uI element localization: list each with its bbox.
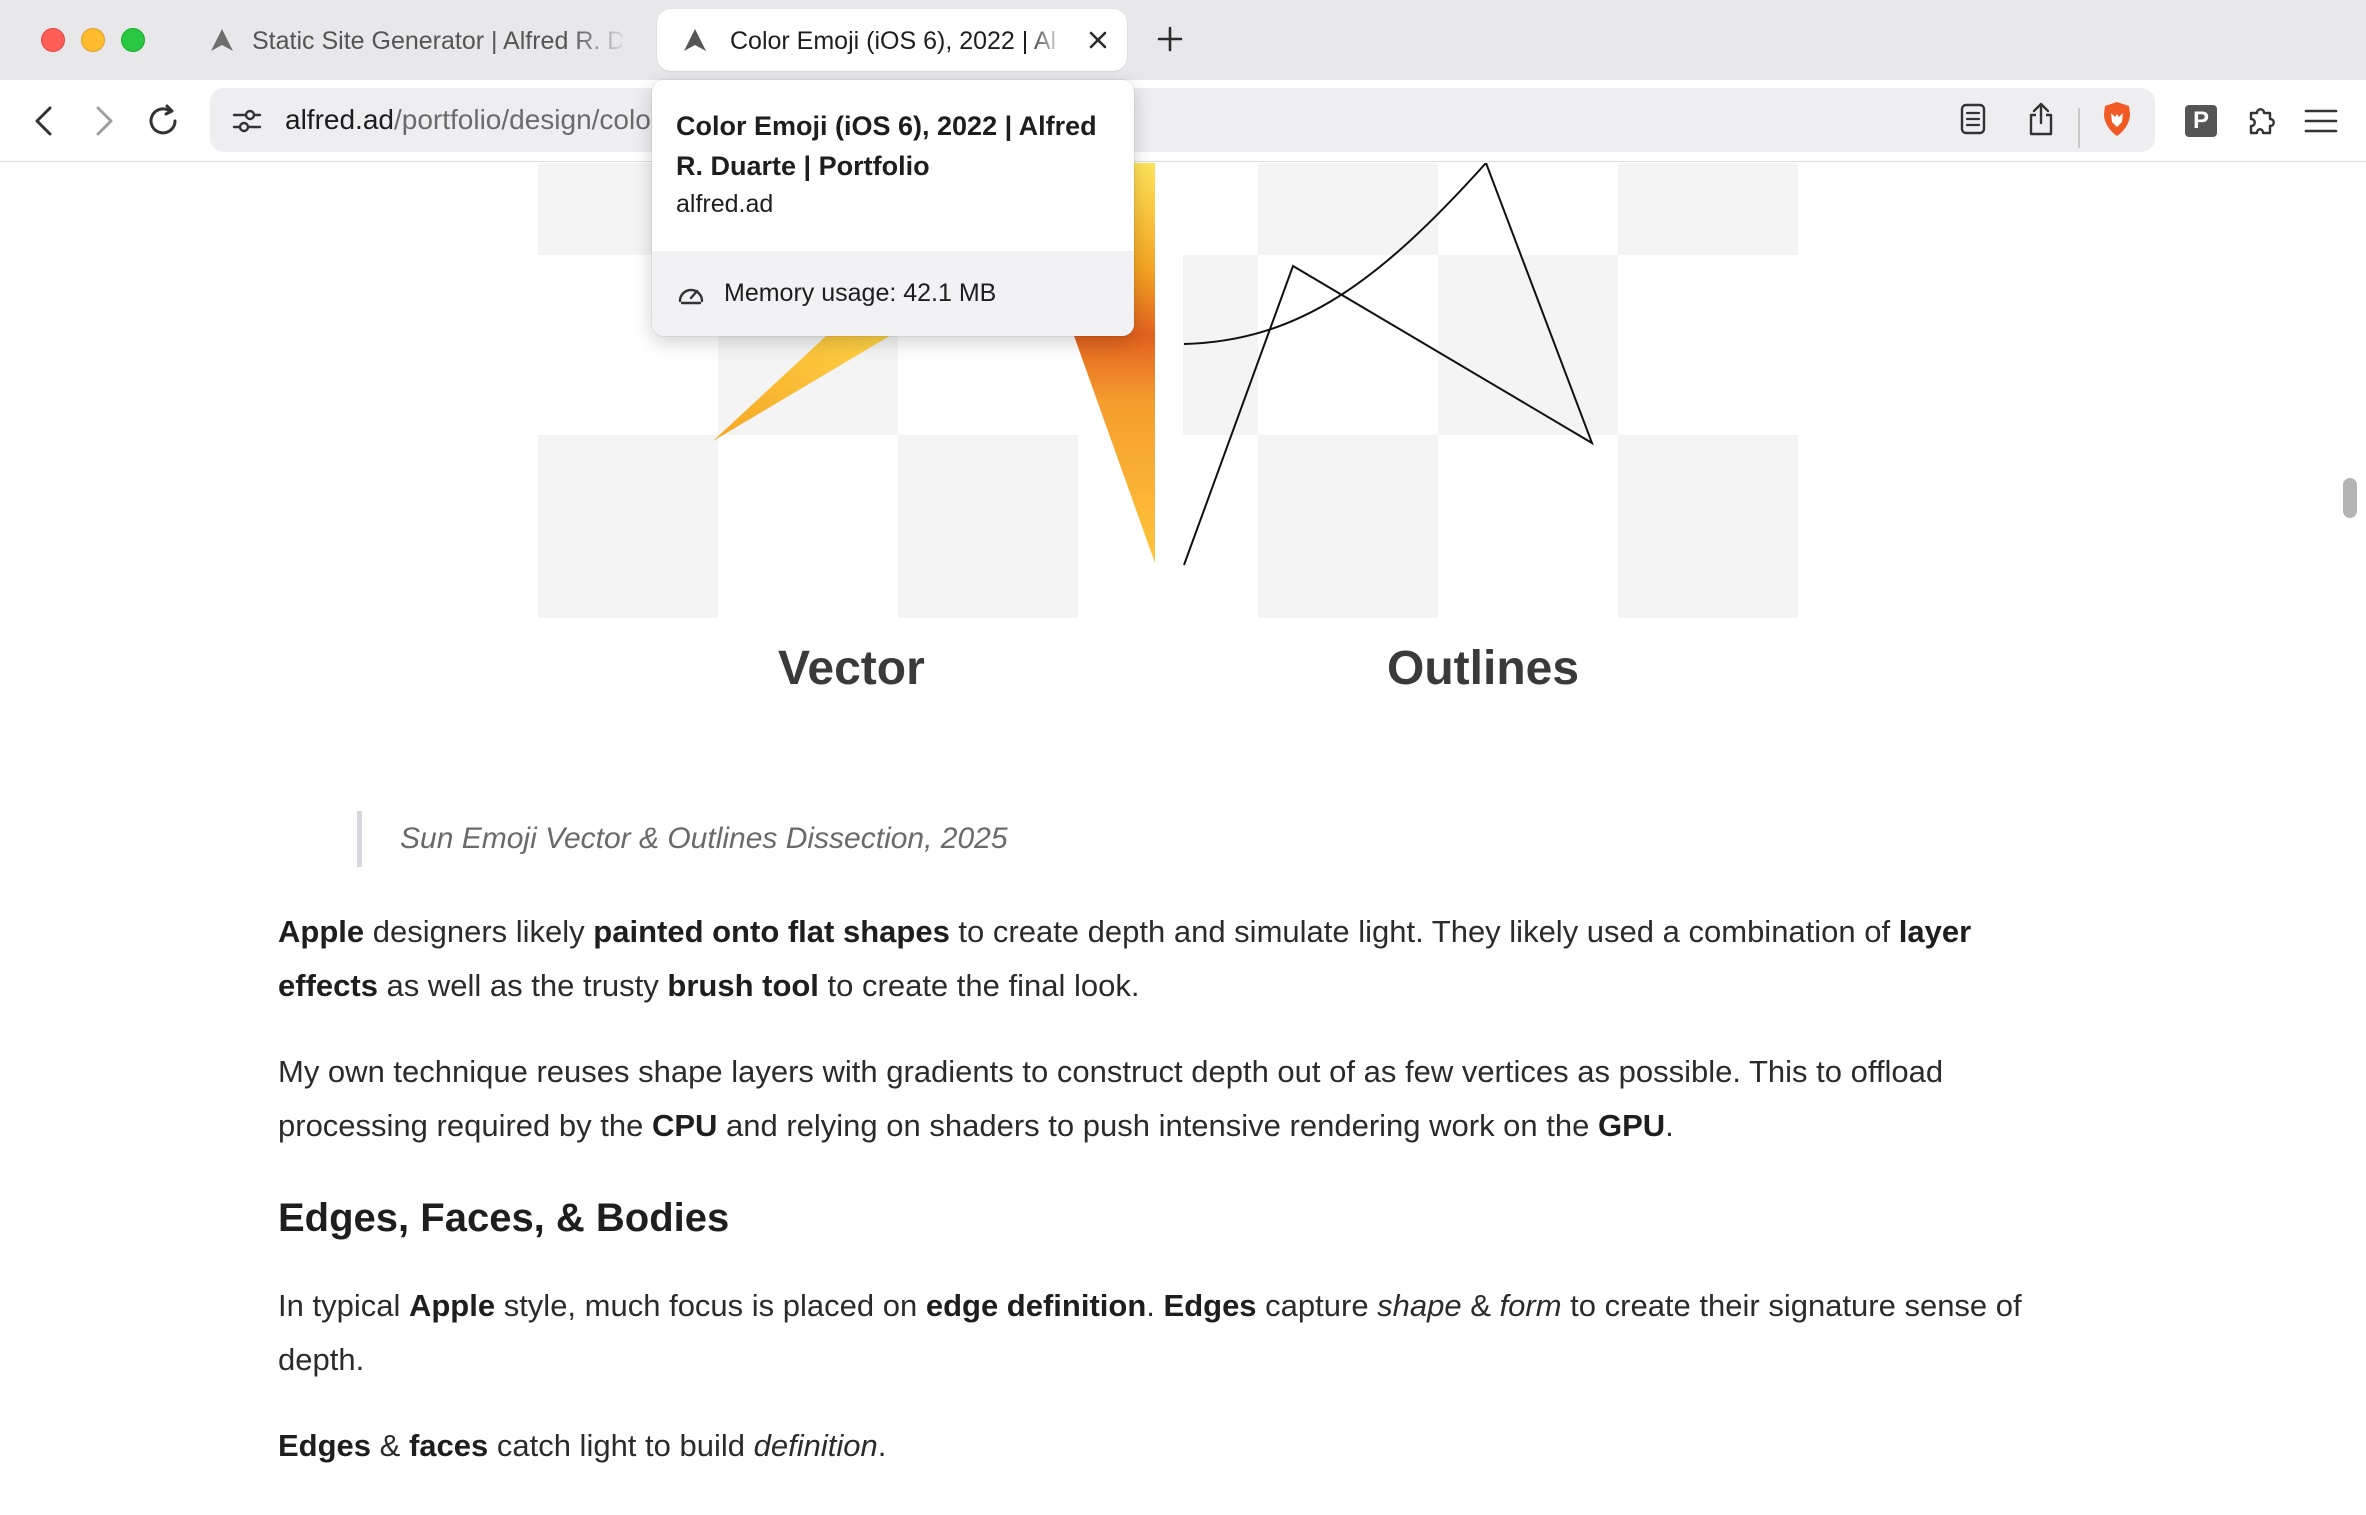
reader-mode-icon[interactable]	[1950, 96, 1996, 142]
speedometer-icon	[678, 288, 704, 305]
figure-label-outlines: Outlines	[1387, 642, 1580, 695]
extensions-icon[interactable]	[2238, 98, 2284, 144]
tab-hover-card: Color Emoji (iOS 6), 2022 | Alfred R. Du…	[652, 80, 1134, 336]
tab-color-emoji[interactable]: Color Emoji (iOS 6), 2022 | Alfred R. Du…	[657, 9, 1127, 71]
paragraph-3: In typical Apple style, much focus is pl…	[278, 1288, 2022, 1377]
tab-title: Static Site Generator | Alfred R. Duarte…	[252, 27, 622, 55]
new-tab-button[interactable]	[1150, 20, 1190, 60]
section-heading: Edges, Faces, & Bodies	[278, 1196, 730, 1240]
brave-shields-icon[interactable]	[2094, 96, 2140, 142]
tab-static-site-generator[interactable]: Static Site Generator | Alfred R. Duarte…	[190, 9, 650, 71]
address-bar[interactable]: alfred.ad/portfolio/design/color-emoji-i…	[210, 88, 2155, 152]
paragraph-2: My own technique reuses shape layers wit…	[278, 1054, 1944, 1143]
window-minimize-button[interactable]	[81, 28, 105, 52]
site-settings-icon[interactable]	[224, 98, 270, 144]
page-scrollbar-thumb[interactable]	[2343, 478, 2357, 518]
alfred-logo-icon	[684, 29, 706, 51]
reload-icon[interactable]	[140, 98, 186, 144]
paragraph-4: Edges & faces catch light to build defin…	[278, 1428, 887, 1463]
figure-label-vector: Vector	[778, 642, 925, 695]
share-icon[interactable]	[2018, 96, 2064, 142]
window-close-button[interactable]	[41, 28, 65, 52]
hover-card-memory: Memory usage: 42.1 MB	[652, 251, 1134, 336]
menu-icon[interactable]	[2298, 98, 2344, 144]
window-maximize-button[interactable]	[121, 28, 145, 52]
quote-text: Sun Emoji Vector & Outlines Dissection, …	[400, 822, 1008, 855]
sun-ray-left	[713, 325, 908, 441]
url-domain: alfred.ad	[285, 104, 394, 135]
paragraph-1: Apple designers likely painted onto flat…	[278, 914, 1972, 1003]
figure-caption-quote: Sun Emoji Vector & Outlines Dissection, …	[357, 811, 1008, 867]
extension-p-icon[interactable]: P	[2178, 98, 2224, 144]
memory-usage-text: Memory usage: 42.1 MB	[724, 279, 997, 307]
tab-close-icon[interactable]	[1083, 25, 1113, 55]
page-content: Vector Outlines Sun Emoji Vector & Outli…	[0, 163, 2366, 1515]
tab-title: Color Emoji (iOS 6), 2022 | Alfred R. Du…	[730, 27, 1055, 55]
sun-outline-artwork	[1183, 163, 1594, 566]
browser-toolbar: alfred.ad/portfolio/design/color-emoji-i…	[0, 80, 2366, 162]
hover-card-domain: alfred.ad	[676, 190, 774, 218]
alfred-logo-icon	[211, 29, 233, 51]
forward-icon[interactable]	[80, 98, 126, 144]
tab-strip: Static Site Generator | Alfred R. Duarte…	[0, 0, 2366, 80]
hover-card-title: Color Emoji (iOS 6), 2022 | Alfred R. Du…	[676, 111, 1097, 181]
back-icon[interactable]	[22, 98, 68, 144]
sun-ray-right	[1073, 333, 1155, 563]
